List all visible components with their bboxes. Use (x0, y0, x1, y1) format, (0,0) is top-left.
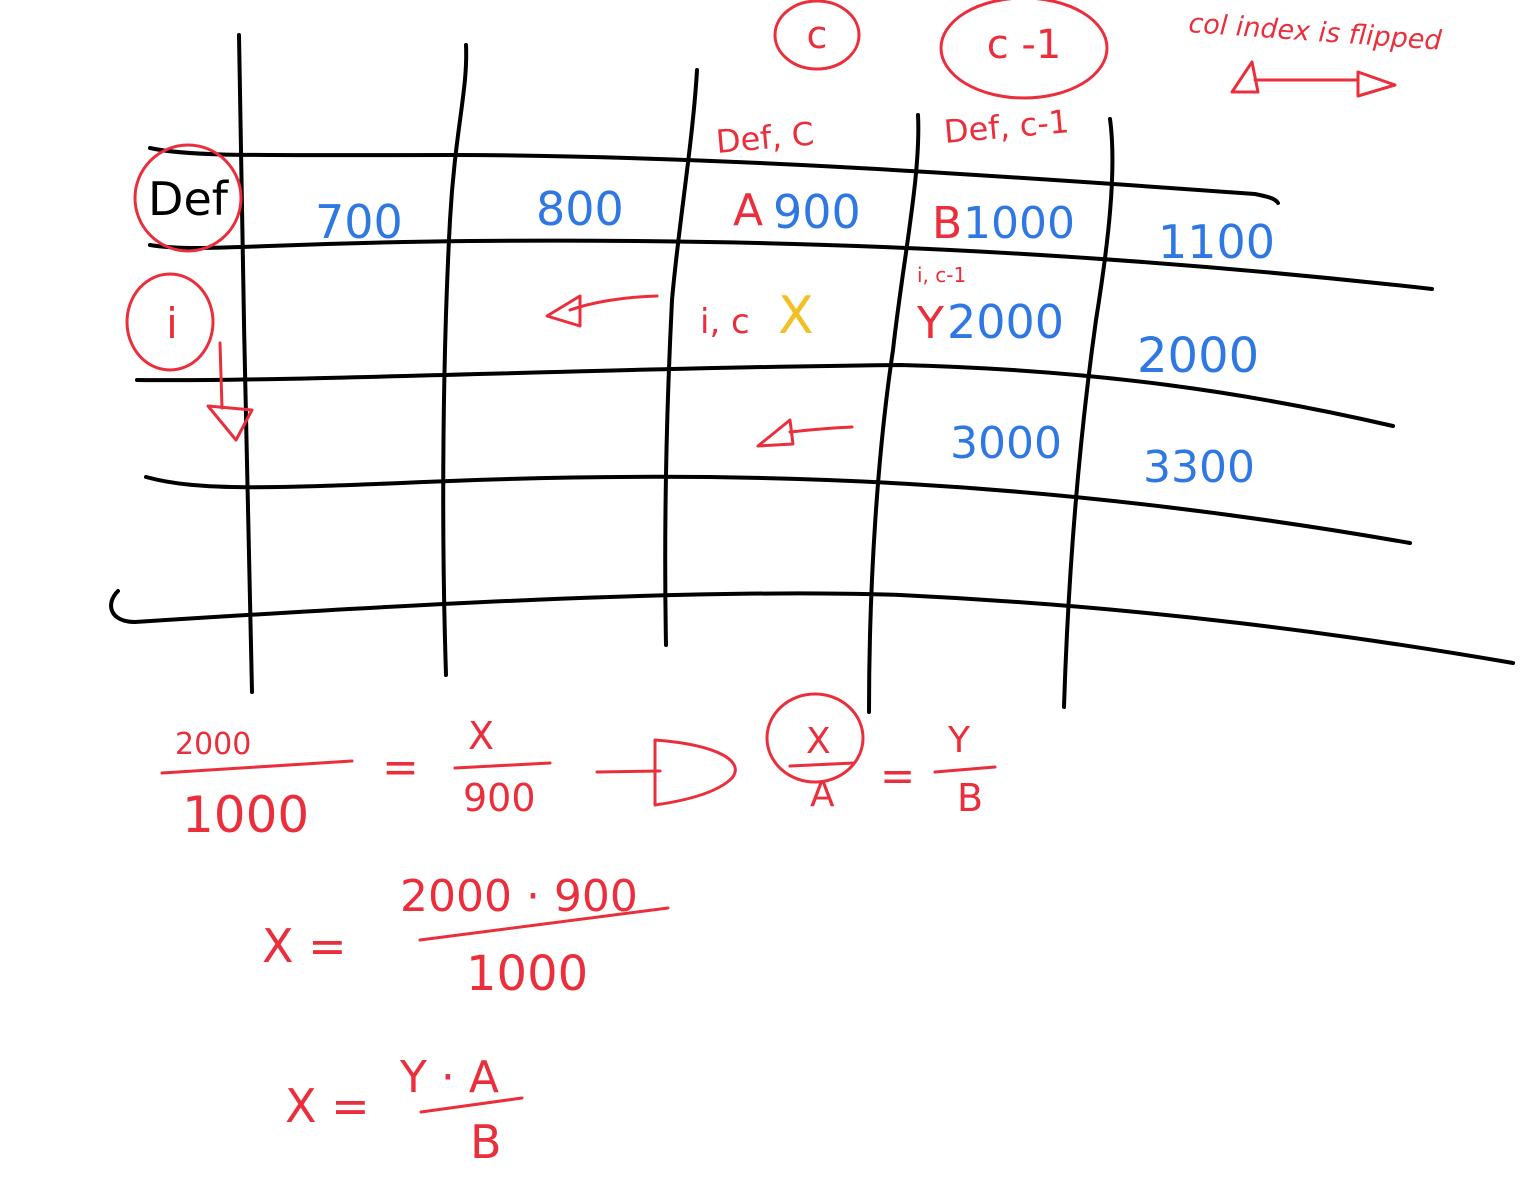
cell-def-col4-value: 1000 (963, 198, 1075, 249)
left-arrow-icon (545, 294, 659, 328)
equation-solve-numeric: X = 2000 · 900 1000 (262, 871, 670, 1002)
row-label-def: Def (133, 143, 243, 253)
eq2-denominator-left: A (810, 774, 835, 815)
cell-i-col4-letter: Y (916, 298, 944, 349)
label-def-c: Def, C (714, 115, 815, 161)
cell-def-col1: 700 (315, 195, 403, 249)
label-def-c-minus-1: Def, c-1 (942, 102, 1070, 151)
col-c-header: c (773, 0, 861, 71)
double-arrow-icon (1230, 60, 1397, 98)
row-label-def-text: Def (148, 172, 230, 226)
cell-i-col3-mark: X (778, 286, 814, 346)
col-index-note-text: col index is flipped (1188, 8, 1444, 57)
eq2-equals: = (880, 751, 915, 800)
cell-row3-col5: 3300 (1143, 442, 1255, 493)
fraction-bar (453, 761, 552, 770)
cell-def-col3-letter: A (733, 185, 763, 236)
cell-row3-col4: 3000 (950, 418, 1062, 469)
cell-def-col2: 800 (536, 182, 624, 236)
equation-solve-symbolic: X = Y · A B (285, 1052, 524, 1169)
row-label-i: i (125, 272, 254, 442)
grid-col-line-1 (237, 33, 254, 694)
eq2-denominator-right: B (957, 776, 983, 820)
grid-col-line-2 (441, 43, 469, 677)
eq3-lhs: X = (262, 919, 347, 973)
eq3-denominator: 1000 (466, 946, 588, 1002)
fraction-bar (160, 759, 354, 775)
eq2-numerator-right: Y (947, 720, 971, 761)
equation-ratio: 2000 1000 = X 900 (160, 714, 552, 844)
col-c-text: c (807, 13, 828, 57)
eq3-numerator: 2000 · 900 (400, 871, 638, 922)
cell-def-col4-letter: B (932, 198, 962, 249)
whiteboard-canvas: c c -1 col index is flipped Def, C Def, … (109, 0, 1515, 1169)
eq1-denominator-right: 900 (463, 776, 536, 820)
left-arrow-icon (756, 418, 854, 448)
cell-i-col4-value: 2000 (947, 295, 1064, 349)
eq4-denominator: B (470, 1115, 502, 1169)
eq1-numerator-right: X (468, 714, 494, 758)
col-index-note: col index is flipped (1188, 8, 1444, 98)
eq2-numerator-left: X (806, 721, 831, 762)
col-c-minus-1-text: c -1 (987, 22, 1062, 68)
eq1-numerator-left: 2000 (175, 727, 251, 762)
fraction-bar (933, 765, 997, 774)
eq1-equals: = (382, 742, 419, 793)
equation-proportion: X A = Y B (765, 692, 997, 820)
grid-col-line-3 (663, 68, 699, 647)
cell-def-col5: 1100 (1158, 215, 1275, 269)
cell-i-col5: 2000 (1137, 328, 1259, 384)
grid-col-line-4 (867, 113, 921, 714)
cell-i-col3-label: i, c (700, 302, 750, 342)
fraction-bar (788, 761, 856, 768)
cell-i-col4-small-label: i, c-1 (917, 263, 966, 287)
implies-arrow-icon (595, 738, 737, 807)
eq4-numerator: Y · A (399, 1052, 499, 1103)
row-label-i-text: i (166, 299, 178, 348)
eq4-lhs: X = (285, 1079, 370, 1133)
grid-line-bottom (109, 589, 1515, 665)
eq1-denominator-left: 1000 (182, 786, 309, 844)
col-c-minus-1-header: c -1 (939, 0, 1109, 100)
cell-def-col3-value: 900 (773, 185, 861, 239)
